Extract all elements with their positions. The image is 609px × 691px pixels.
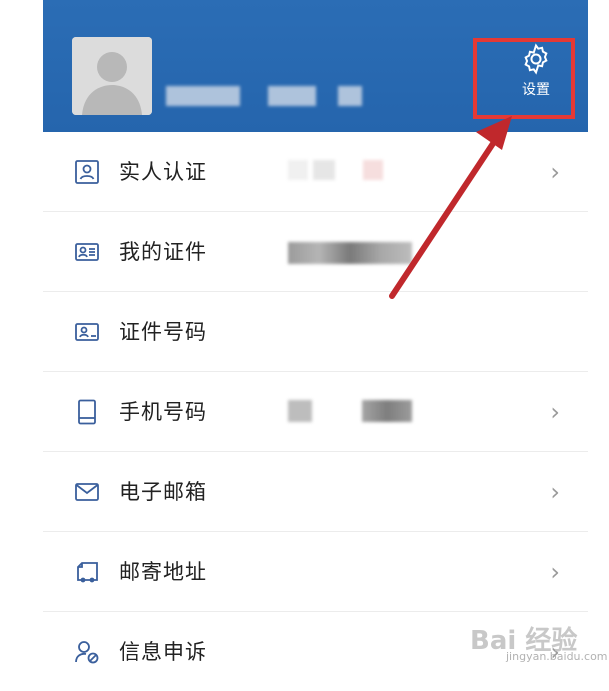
mail-icon [75, 483, 99, 501]
settings-highlight-box [473, 38, 575, 119]
avatar[interactable] [72, 37, 152, 115]
username-blurred [166, 86, 240, 106]
chevron-right-icon: › [550, 558, 560, 586]
list-item-real-name-verification[interactable]: 实人认证 › [43, 132, 588, 212]
blurred-value [313, 160, 335, 180]
profile-menu-list: 实人认证 › 我的证件 证件号码 手机号码 › 电子邮箱 › 邮寄地址 › 信息… [43, 132, 588, 691]
phone-icon [78, 399, 96, 425]
chevron-right-icon: › [550, 478, 560, 506]
list-item-email[interactable]: 电子邮箱 › [43, 452, 588, 532]
list-item-document-number[interactable]: 证件号码 [43, 292, 588, 372]
watermark: Bai 经验 jingyan.baidu.com [470, 620, 608, 663]
id-card-icon [75, 243, 99, 261]
username-blurred [268, 86, 316, 106]
user-appeal-icon [75, 641, 99, 664]
list-item-label: 我的证件 [119, 240, 207, 264]
blurred-value [288, 400, 312, 422]
blurred-value [362, 400, 412, 422]
blurred-value [363, 160, 383, 180]
chevron-right-icon: › [550, 158, 560, 186]
list-item-label: 证件号码 [119, 320, 207, 344]
list-item-label: 邮寄地址 [119, 560, 207, 584]
watermark-url: jingyan.baidu.com [506, 650, 608, 663]
mailing-address-icon [77, 562, 98, 583]
list-item-my-documents[interactable]: 我的证件 [43, 212, 588, 292]
list-item-label: 电子邮箱 [119, 480, 207, 504]
chevron-right-icon: › [550, 398, 560, 426]
id-number-icon [75, 323, 99, 341]
blurred-value [288, 242, 412, 264]
blurred-value [288, 160, 308, 180]
user-verify-icon [75, 160, 99, 184]
list-item-label: 实人认证 [119, 160, 207, 184]
list-item-label: 手机号码 [119, 400, 207, 424]
list-item-mailing-address[interactable]: 邮寄地址 › [43, 532, 588, 612]
list-item-phone-number[interactable]: 手机号码 › [43, 372, 588, 452]
username-blurred [338, 86, 362, 106]
list-item-label: 信息申诉 [119, 640, 207, 664]
